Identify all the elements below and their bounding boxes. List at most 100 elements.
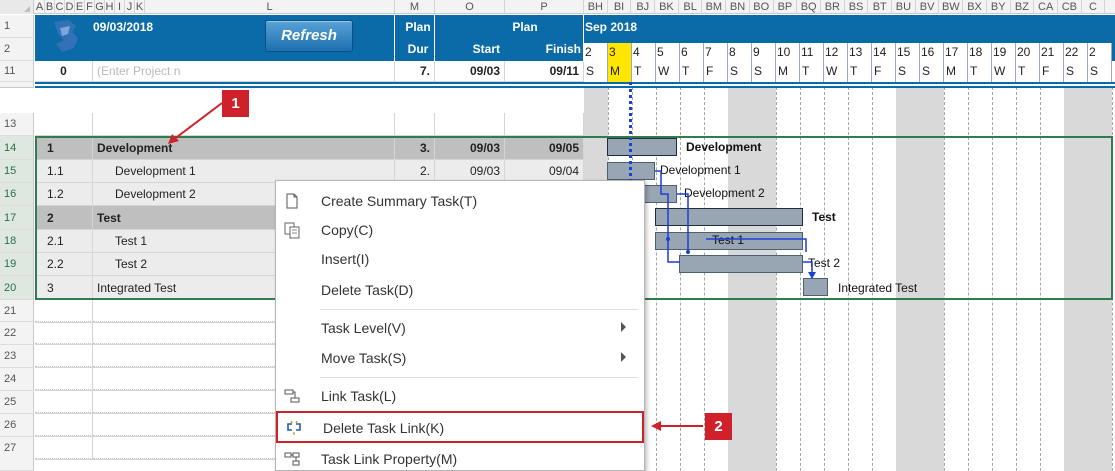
menu-separator bbox=[320, 377, 638, 378]
column-letter[interactable]: CA bbox=[1034, 0, 1058, 14]
menu-item-create-summary-task[interactable]: Create Summary Task(T) bbox=[276, 187, 644, 215]
row-header[interactable]: 20 bbox=[0, 276, 34, 300]
row-header[interactable]: 23 bbox=[0, 345, 34, 368]
column-letter[interactable]: BH bbox=[584, 0, 608, 14]
column-letter[interactable]: P bbox=[505, 0, 584, 14]
gantt-label: Development 2 bbox=[684, 186, 765, 200]
column-letter[interactable]: BW bbox=[940, 0, 964, 14]
column-letter[interactable]: F bbox=[85, 0, 95, 14]
gantt-summary-bar[interactable] bbox=[655, 208, 803, 226]
column-letter[interactable]: CB bbox=[1058, 0, 1082, 14]
row-header[interactable]: 16 bbox=[0, 183, 34, 206]
column-letter[interactable]: BO bbox=[750, 0, 774, 14]
column-letter[interactable]: BP bbox=[774, 0, 798, 14]
row-header[interactable]: 19 bbox=[0, 253, 34, 276]
menu-item-move-task[interactable]: Move Task(S) bbox=[276, 344, 644, 372]
gantt-label: Development bbox=[686, 140, 762, 154]
column-letter[interactable]: BZ bbox=[1011, 0, 1035, 14]
column-letter[interactable]: BL bbox=[679, 0, 703, 14]
column-letter[interactable]: BT bbox=[868, 0, 893, 14]
menu-item-task-link-property[interactable]: Task Link Property(M) bbox=[276, 445, 644, 471]
task-name[interactable]: Development bbox=[93, 136, 395, 159]
app-logo-icon bbox=[54, 20, 78, 52]
column-letter[interactable]: H bbox=[105, 0, 115, 14]
gantt-summary-bar[interactable] bbox=[607, 138, 677, 156]
project-start: 09/03 bbox=[435, 61, 505, 81]
plan-group-label: Plan bbox=[512, 20, 538, 34]
row-header[interactable]: 21 bbox=[0, 300, 34, 322]
day-gridline bbox=[848, 82, 849, 471]
row-header[interactable]: 18 bbox=[0, 230, 34, 253]
dur-label: Dur bbox=[407, 42, 429, 56]
task-row[interactable]: 1 Development 3. 09/03 09/05 bbox=[35, 136, 584, 160]
column-letter[interactable]: D bbox=[65, 0, 75, 14]
column-header-strip: A B C D E F G H I J K L M O P BH BI BJ BK BL… bbox=[0, 0, 1115, 14]
column-letter[interactable]: BK bbox=[655, 0, 679, 14]
day-gridline bbox=[872, 82, 873, 471]
menu-item-delete-task-link[interactable]: Delete Task Link(K) bbox=[276, 411, 644, 443]
row-header[interactable]: 1 bbox=[0, 15, 34, 38]
column-letter[interactable]: BR bbox=[821, 0, 845, 14]
column-letter[interactable]: BX bbox=[963, 0, 987, 14]
menu-item-delete-task[interactable]: Delete Task(D) bbox=[276, 276, 644, 304]
task-name[interactable]: Development 1 bbox=[93, 160, 395, 182]
column-letter[interactable]: L bbox=[145, 0, 395, 14]
row-header[interactable]: 14 bbox=[0, 136, 34, 160]
task-id: 3 bbox=[35, 276, 93, 299]
weekday-cell: S bbox=[896, 61, 920, 82]
day-cell: 18 bbox=[968, 43, 992, 61]
column-letter[interactable]: K bbox=[135, 0, 145, 14]
row-header[interactable]: 2 bbox=[0, 38, 34, 61]
column-letter[interactable]: A bbox=[35, 0, 45, 14]
column-letter[interactable]: G bbox=[95, 0, 105, 14]
project-id: 0 bbox=[35, 61, 93, 81]
row-header[interactable]: 22 bbox=[0, 322, 34, 345]
day-gridline bbox=[1112, 82, 1113, 471]
row-header[interactable]: 17 bbox=[0, 206, 34, 230]
row-header[interactable]: 26 bbox=[0, 414, 34, 437]
row-header[interactable]: 15 bbox=[0, 160, 34, 183]
row-header[interactable]: 13 bbox=[0, 113, 34, 136]
row-header[interactable]: 27 bbox=[0, 437, 34, 471]
column-letter[interactable]: BN bbox=[726, 0, 750, 14]
menu-item-insert[interactable]: Insert(I) bbox=[276, 245, 644, 273]
column-letter[interactable]: BV bbox=[916, 0, 940, 14]
column-letter[interactable]: O bbox=[435, 0, 505, 14]
gantt-task-bar[interactable] bbox=[679, 255, 803, 273]
refresh-button[interactable]: Refresh bbox=[265, 20, 353, 52]
column-letter[interactable]: M bbox=[395, 0, 435, 14]
column-letter[interactable]: C bbox=[55, 0, 65, 14]
start-label: Start bbox=[472, 42, 500, 56]
column-letter[interactable]: E bbox=[75, 0, 85, 14]
column-letter[interactable]: BQ bbox=[797, 0, 821, 14]
submenu-arrow-icon bbox=[621, 322, 626, 332]
weekday-cell: W bbox=[992, 61, 1016, 82]
day-cell: 15 bbox=[896, 43, 920, 61]
column-letter[interactable]: BM bbox=[703, 0, 727, 14]
weekday-cell: S bbox=[1088, 61, 1112, 82]
column-letter[interactable]: BS bbox=[845, 0, 869, 14]
project-name-placeholder[interactable]: (Enter Project n bbox=[93, 61, 395, 81]
column-letter[interactable]: BY bbox=[987, 0, 1011, 14]
empty-row[interactable] bbox=[35, 113, 584, 136]
menu-item-link-task[interactable]: Link Task(L) bbox=[276, 382, 644, 410]
column-letter[interactable]: BI bbox=[608, 0, 632, 14]
column-letter[interactable]: I bbox=[115, 0, 125, 14]
today-marker-line bbox=[629, 82, 632, 182]
menu-item-copy[interactable]: Copy(C) bbox=[276, 216, 644, 244]
day-cell: 14 bbox=[872, 43, 896, 61]
column-letter[interactable]: B bbox=[45, 0, 55, 14]
select-all-corner[interactable] bbox=[0, 0, 34, 14]
column-letter[interactable]: J bbox=[125, 0, 135, 14]
menu-item-label: Move Task(S) bbox=[321, 350, 407, 366]
row-header[interactable]: 25 bbox=[0, 391, 34, 414]
column-letter[interactable]: BU bbox=[892, 0, 916, 14]
gantt-task-bar[interactable] bbox=[803, 278, 828, 296]
column-letter[interactable]: BJ bbox=[631, 0, 656, 14]
column-letter[interactable]: C bbox=[1082, 0, 1106, 14]
today-day-cell: 3 bbox=[608, 43, 632, 61]
menu-item-task-level[interactable]: Task Level(V) bbox=[276, 314, 644, 342]
row-header[interactable]: 24 bbox=[0, 368, 34, 391]
row-header[interactable]: 11 bbox=[0, 61, 34, 82]
today-weekday-cell: M bbox=[608, 61, 632, 82]
